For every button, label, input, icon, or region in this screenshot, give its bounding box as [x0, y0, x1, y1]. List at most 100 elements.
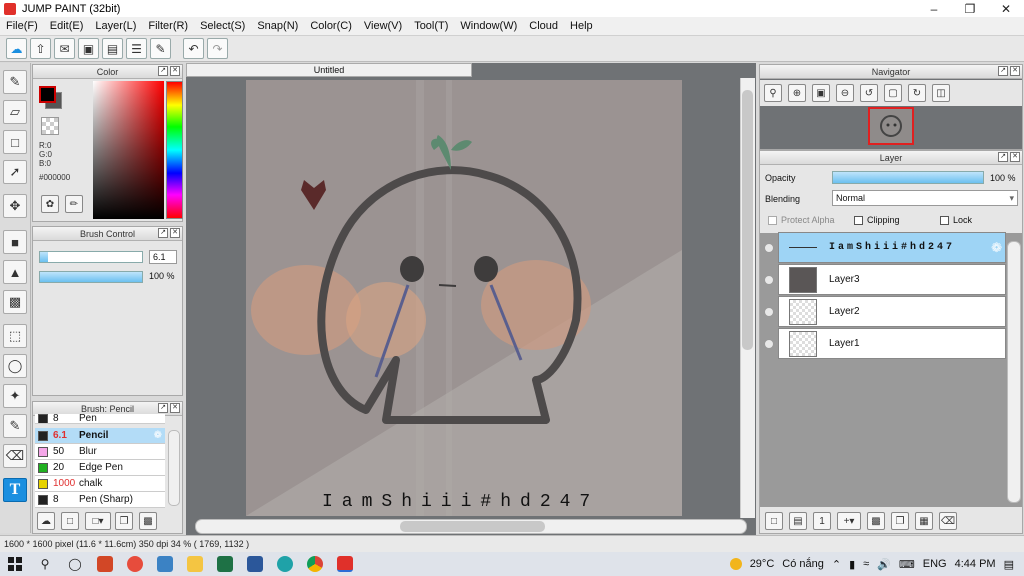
- layer-row-layer1[interactable]: Layer1: [778, 328, 1006, 359]
- panel-close-icon[interactable]: ✕: [170, 403, 180, 413]
- zoom-in-icon[interactable]: ⊕: [788, 84, 806, 102]
- volume-icon[interactable]: 🔊: [877, 558, 891, 571]
- notification-icon[interactable]: ▤: [1004, 558, 1014, 571]
- layer-list-scrollbar[interactable]: [1007, 241, 1021, 503]
- copy-brush-icon[interactable]: ❐: [115, 512, 133, 530]
- edit-list-icon[interactable]: ✎: [150, 38, 171, 59]
- flip-icon[interactable]: ◫: [932, 84, 950, 102]
- panel-close-icon[interactable]: ✕: [170, 66, 180, 76]
- brush-item-pen-sharp[interactable]: 8 Pen (Sharp): [35, 492, 165, 508]
- new-layer-icon[interactable]: □: [765, 512, 783, 530]
- lock-checkbox[interactable]: Lock: [940, 215, 972, 226]
- menu-tool[interactable]: Tool(T): [408, 20, 454, 32]
- reset-rotation-icon[interactable]: ▢: [884, 84, 902, 102]
- panel-float-icon[interactable]: ↗: [998, 152, 1008, 162]
- file-explorer-icon[interactable]: [185, 554, 205, 574]
- keyboard-icon[interactable]: ⌨: [899, 558, 915, 571]
- brush-list-scrollbar[interactable]: [168, 430, 180, 506]
- word-icon[interactable]: [245, 554, 265, 574]
- text-tool-icon[interactable]: T: [3, 478, 27, 502]
- brush-upload-icon[interactable]: ☁: [37, 512, 55, 530]
- eyedropper-icon[interactable]: ✏: [65, 195, 83, 213]
- monitor-icon[interactable]: [155, 554, 175, 574]
- brush-item-edge-pen[interactable]: 20 Edge Pen: [35, 460, 165, 476]
- close-button[interactable]: ✕: [988, 0, 1024, 17]
- duplicate-layer-icon[interactable]: ❐: [891, 512, 909, 530]
- visibility-icon[interactable]: [764, 243, 774, 253]
- edge-icon[interactable]: [275, 554, 295, 574]
- clock[interactable]: 4:44 PM: [955, 558, 996, 570]
- layer-settings-icon[interactable]: ❁: [991, 240, 1002, 256]
- menu-layer[interactable]: Layer(L): [89, 20, 142, 32]
- menu-select[interactable]: Select(S): [194, 20, 251, 32]
- magic-wand-tool-icon[interactable]: ✦: [3, 384, 27, 408]
- menu-help[interactable]: Help: [564, 20, 599, 32]
- fill-rect-tool-icon[interactable]: ■: [3, 230, 27, 254]
- menu-color[interactable]: Color(C): [304, 20, 358, 32]
- panel-float-icon[interactable]: ↗: [158, 228, 168, 238]
- brush-opacity-slider[interactable]: [39, 271, 143, 283]
- redo-icon[interactable]: ↷: [207, 38, 228, 59]
- document-icon[interactable]: ▤: [102, 38, 123, 59]
- layer-row-text[interactable]: IamShiii#hd247 ❁: [778, 232, 1006, 263]
- wifi-icon[interactable]: ≈: [863, 558, 869, 570]
- menu-filter[interactable]: Filter(R): [142, 20, 194, 32]
- cloud-icon[interactable]: ☁: [6, 38, 27, 59]
- brush-settings-icon[interactable]: ❁: [154, 430, 162, 441]
- rectangle-tool-icon[interactable]: □: [3, 130, 27, 154]
- brush-item-blur[interactable]: 50 Blur: [35, 444, 165, 460]
- new-1bit-layer-icon[interactable]: 1: [813, 512, 831, 530]
- document-tab[interactable]: Untitled: [186, 63, 472, 77]
- move-tool-icon[interactable]: ✥: [3, 194, 27, 218]
- panel-close-icon[interactable]: ✕: [1010, 66, 1020, 76]
- powerpoint-icon[interactable]: [95, 554, 115, 574]
- hue-slider[interactable]: [166, 81, 183, 219]
- eraser-tool-icon[interactable]: ▱: [3, 100, 27, 124]
- brush-item-pen[interactable]: 8 Pen: [35, 414, 165, 424]
- visibility-icon[interactable]: [764, 339, 774, 349]
- share-icon[interactable]: ⇧: [30, 38, 51, 59]
- new-brush-icon[interactable]: □: [61, 512, 79, 530]
- lasso-tool-icon[interactable]: ◯: [3, 354, 27, 378]
- minimize-button[interactable]: –: [916, 0, 952, 17]
- merge-layer-icon[interactable]: ▦: [915, 512, 933, 530]
- menu-edit[interactable]: Edit(E): [44, 20, 90, 32]
- panel-float-icon[interactable]: ↗: [158, 66, 168, 76]
- comment-icon[interactable]: ✉: [54, 38, 75, 59]
- layer-row-layer3[interactable]: Layer3: [778, 264, 1006, 295]
- transparent-color-swatch[interactable]: [41, 117, 59, 135]
- menu-snap[interactable]: Snap(N): [251, 20, 304, 32]
- gradient-tool-icon[interactable]: ▩: [3, 290, 27, 314]
- chevron-up-icon[interactable]: ⌃: [832, 558, 841, 571]
- zoom-out-icon[interactable]: ⊖: [836, 84, 854, 102]
- windows-start-icon[interactable]: [5, 554, 25, 574]
- brush-menu-icon[interactable]: □▾: [85, 512, 111, 530]
- drawing-canvas[interactable]: IamShiii#hd247: [246, 80, 682, 516]
- brush-size-slider[interactable]: [39, 251, 143, 263]
- maximize-button[interactable]: ❐: [952, 0, 988, 17]
- palette-icon[interactable]: ✿: [41, 195, 59, 213]
- menu-view[interactable]: View(V): [358, 20, 408, 32]
- menu-cloud[interactable]: Cloud: [523, 20, 564, 32]
- select-pen-tool-icon[interactable]: ✎: [3, 414, 27, 438]
- protect-alpha-checkbox[interactable]: Protect Alpha: [768, 215, 835, 226]
- add-layer-menu-icon[interactable]: +▾: [837, 512, 861, 530]
- select-eraser-tool-icon[interactable]: ⌫: [3, 444, 27, 468]
- message-icon[interactable]: ▣: [78, 38, 99, 59]
- panel-float-icon[interactable]: ↗: [998, 66, 1008, 76]
- foreground-color-swatch[interactable]: [39, 86, 56, 103]
- bucket-tool-icon[interactable]: ▲: [3, 260, 27, 284]
- rotate-left-icon[interactable]: ↺: [860, 84, 878, 102]
- visibility-icon[interactable]: [764, 275, 774, 285]
- blending-select[interactable]: Normal ▾: [832, 190, 1018, 206]
- saturation-picker[interactable]: [93, 81, 164, 219]
- menu-file[interactable]: File(F): [0, 20, 44, 32]
- brush-item-chalk[interactable]: 1000 chalk: [35, 476, 165, 492]
- brush-tool-icon[interactable]: ✎: [3, 70, 27, 94]
- menu-window[interactable]: Window(W): [454, 20, 523, 32]
- brush-item-pencil[interactable]: 6.1 Pencil ❁: [35, 428, 165, 444]
- battery-icon[interactable]: ▮: [849, 558, 855, 571]
- delete-layer-icon[interactable]: ⌫: [939, 512, 957, 530]
- rotate-right-icon[interactable]: ↻: [908, 84, 926, 102]
- layer-opacity-slider[interactable]: [832, 171, 984, 184]
